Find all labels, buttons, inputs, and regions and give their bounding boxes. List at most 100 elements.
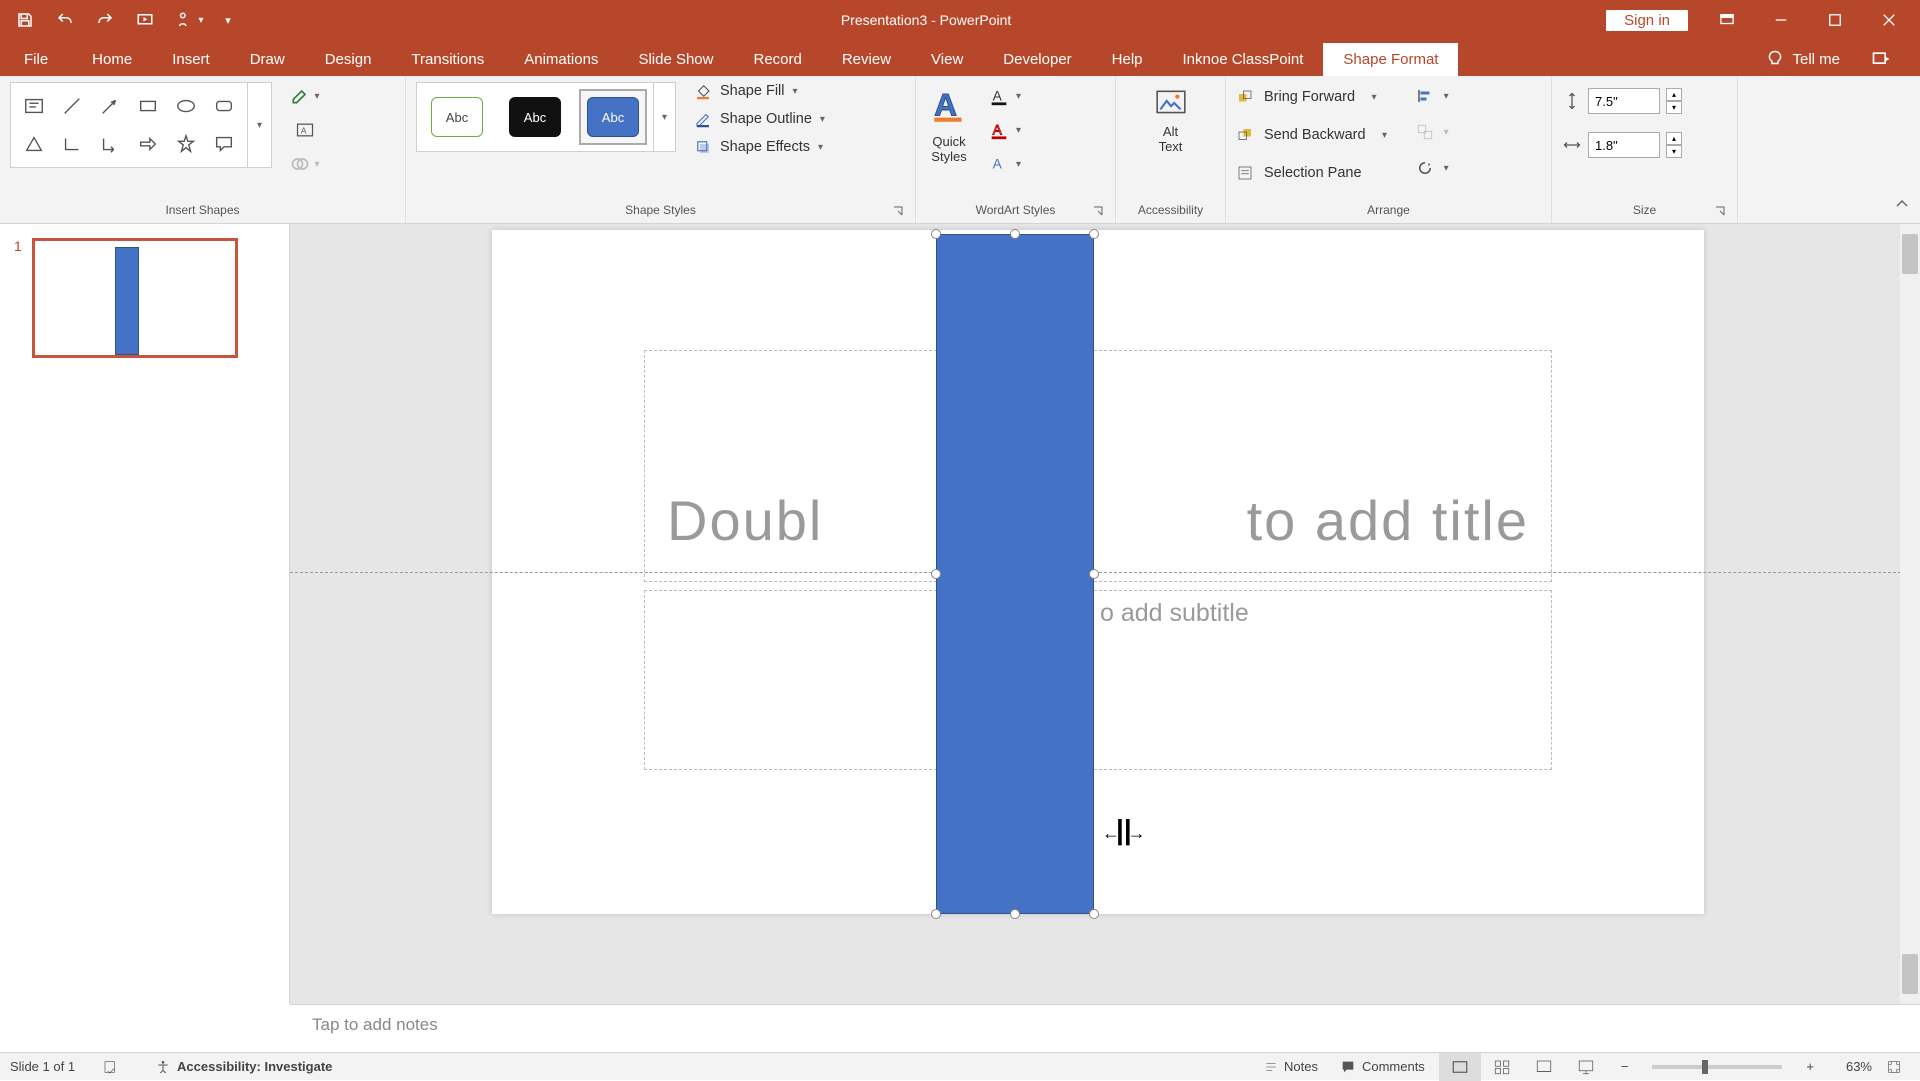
- height-up[interactable]: ▴: [1666, 88, 1682, 101]
- status-comments-button[interactable]: Comments: [1332, 1055, 1433, 1079]
- handle-e[interactable]: [1089, 569, 1099, 579]
- handle-s[interactable]: [1010, 909, 1020, 919]
- subtitle-placeholder[interactable]: o add subtitle: [644, 590, 1552, 770]
- tab-slideshow[interactable]: Slide Show: [618, 43, 733, 76]
- text-effects-button[interactable]: A▾: [988, 150, 1021, 178]
- wordart-quick-styles[interactable]: A: [926, 82, 972, 128]
- shape-rectangle-icon[interactable]: [131, 89, 165, 123]
- tab-classpoint[interactable]: Inknoe ClassPoint: [1163, 43, 1324, 76]
- height-down[interactable]: ▾: [1666, 101, 1682, 114]
- style-preset-2[interactable]: Abc: [501, 89, 569, 145]
- collapse-ribbon-icon[interactable]: [1894, 196, 1910, 217]
- slide[interactable]: Doubl to add title o add subtitle ||: [492, 230, 1704, 914]
- close-icon[interactable]: [1864, 0, 1914, 40]
- shape-elbow-icon[interactable]: [55, 127, 89, 161]
- view-sorter-icon[interactable]: [1481, 1053, 1523, 1081]
- shapes-gallery[interactable]: [10, 82, 248, 168]
- shape-star-icon[interactable]: [169, 127, 203, 161]
- status-accessibility[interactable]: Accessibility: Investigate: [147, 1055, 340, 1079]
- merge-shapes-button[interactable]: ▾: [286, 150, 324, 178]
- handle-ne[interactable]: [1089, 229, 1099, 239]
- shape-callout-icon[interactable]: [207, 127, 241, 161]
- style-preset-1[interactable]: Abc: [423, 89, 491, 145]
- status-spellcheck-icon[interactable]: [95, 1055, 127, 1079]
- tab-animations[interactable]: Animations: [504, 43, 618, 76]
- shape-line-icon[interactable]: [55, 89, 89, 123]
- notes-pane[interactable]: Tap to add notes: [290, 1004, 1920, 1052]
- tab-shape-format[interactable]: Shape Format: [1323, 43, 1458, 76]
- shape-effects-button[interactable]: Shape Effects▾: [694, 138, 825, 156]
- shape-style-more[interactable]: ▾: [654, 82, 676, 152]
- handle-sw[interactable]: [931, 909, 941, 919]
- tab-review[interactable]: Review: [822, 43, 911, 76]
- tab-developer[interactable]: Developer: [983, 43, 1091, 76]
- handle-nw[interactable]: [931, 229, 941, 239]
- slide-canvas-area[interactable]: Doubl to add title o add subtitle ||: [290, 224, 1920, 1004]
- scroll-thumb-top[interactable]: [1902, 234, 1918, 274]
- text-fill-button[interactable]: A▾: [988, 82, 1021, 110]
- rotate-button[interactable]: ▾: [1416, 154, 1449, 182]
- shape-elbow-arrow-icon[interactable]: [93, 127, 127, 161]
- fit-to-window-icon[interactable]: [1878, 1055, 1910, 1079]
- view-slideshow-icon[interactable]: [1565, 1053, 1607, 1081]
- tab-draw[interactable]: Draw: [230, 43, 305, 76]
- text-box-button[interactable]: A: [286, 116, 324, 144]
- shape-width-input[interactable]: [1588, 132, 1660, 158]
- thumbnail-preview[interactable]: [32, 238, 238, 358]
- zoom-slider-handle[interactable]: [1702, 1060, 1708, 1074]
- shape-textbox-icon[interactable]: [17, 89, 51, 123]
- selected-shape[interactable]: [932, 230, 1098, 918]
- shape-height-input[interactable]: [1588, 88, 1660, 114]
- share-icon[interactable]: [1858, 49, 1904, 69]
- start-from-beginning-icon[interactable]: [128, 5, 162, 35]
- tell-me-search[interactable]: Tell me: [1756, 42, 1850, 76]
- zoom-in-button[interactable]: +: [1798, 1055, 1822, 1078]
- send-backward-button[interactable]: Send Backward: [1264, 127, 1366, 143]
- status-slide-count[interactable]: Slide 1 of 1: [10, 1059, 75, 1074]
- slide-thumbnail-1[interactable]: 1: [14, 238, 275, 358]
- shapes-gallery-more[interactable]: ▾: [248, 82, 272, 168]
- vertical-scrollbar[interactable]: [1900, 224, 1920, 1004]
- handle-se[interactable]: [1089, 909, 1099, 919]
- shape-block-arrow-icon[interactable]: [131, 127, 165, 161]
- shape-line-arrow-icon[interactable]: [93, 89, 127, 123]
- shape-fill-button[interactable]: Shape Fill▾: [694, 82, 825, 100]
- tab-file[interactable]: File: [0, 43, 72, 76]
- selection-pane-button[interactable]: Selection Pane: [1264, 165, 1362, 181]
- tab-help[interactable]: Help: [1092, 43, 1163, 76]
- alt-text-button[interactable]: Alt Text: [1146, 82, 1196, 158]
- group-button[interactable]: ▾: [1416, 118, 1449, 146]
- zoom-out-button[interactable]: −: [1613, 1055, 1637, 1078]
- zoom-level[interactable]: 63%: [1828, 1059, 1872, 1074]
- maximize-icon[interactable]: [1810, 0, 1860, 40]
- handle-w[interactable]: [931, 569, 941, 579]
- touch-mode-icon[interactable]: ▾: [168, 5, 212, 35]
- size-launcher[interactable]: [1713, 205, 1727, 219]
- view-normal-icon[interactable]: [1439, 1053, 1481, 1081]
- bring-forward-split[interactable]: ▾: [1365, 92, 1383, 103]
- bring-forward-button[interactable]: Bring Forward: [1264, 89, 1355, 105]
- handle-n[interactable]: [1010, 229, 1020, 239]
- view-reading-icon[interactable]: [1523, 1053, 1565, 1081]
- shape-outline-button[interactable]: Shape Outline▾: [694, 110, 825, 128]
- align-button[interactable]: ▾: [1416, 82, 1449, 110]
- ribbon-display-options-icon[interactable]: [1702, 0, 1752, 40]
- shape-rounded-rect-icon[interactable]: [207, 89, 241, 123]
- sign-in-button[interactable]: Sign in: [1606, 10, 1688, 31]
- tab-insert[interactable]: Insert: [152, 43, 230, 76]
- wordart-launcher[interactable]: [1091, 205, 1105, 219]
- shape-triangle-icon[interactable]: [17, 127, 51, 161]
- redo-icon[interactable]: [88, 5, 122, 35]
- tab-transitions[interactable]: Transitions: [391, 43, 504, 76]
- status-notes-button[interactable]: Notes: [1256, 1055, 1326, 1078]
- title-placeholder[interactable]: Doubl to add title: [644, 350, 1552, 582]
- slide-thumbnail-panel[interactable]: 1: [0, 224, 290, 1004]
- zoom-slider[interactable]: [1652, 1065, 1782, 1069]
- style-preset-3[interactable]: Abc: [579, 89, 647, 145]
- tab-home[interactable]: Home: [72, 43, 152, 76]
- shape-styles-launcher[interactable]: [891, 205, 905, 219]
- tab-record[interactable]: Record: [733, 43, 821, 76]
- shape-oval-icon[interactable]: [169, 89, 203, 123]
- tab-design[interactable]: Design: [305, 43, 392, 76]
- width-down[interactable]: ▾: [1666, 145, 1682, 158]
